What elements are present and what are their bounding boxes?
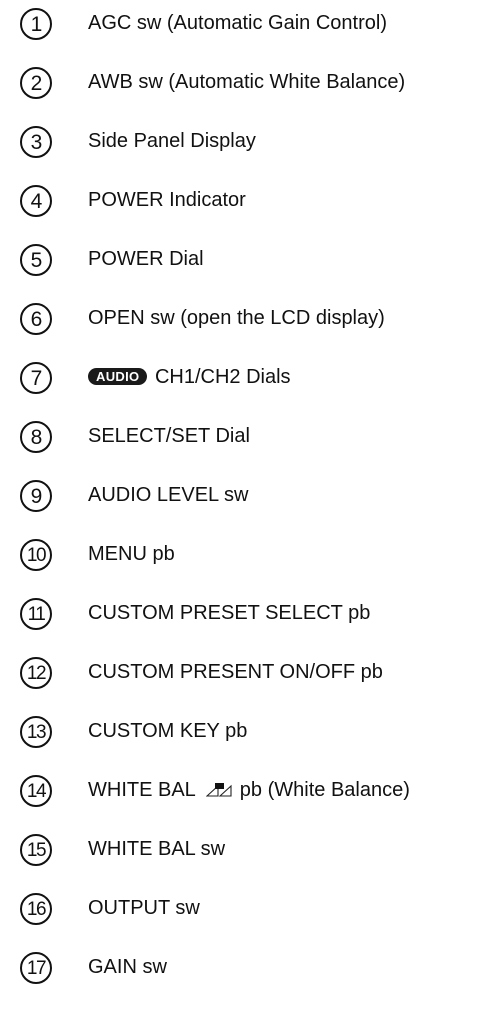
list-item: 13 CUSTOM KEY pb [0, 711, 500, 751]
item-label: Side Panel Display [88, 130, 256, 152]
list-item: 3 Side Panel Display [0, 121, 500, 161]
item-label: AUDIO CH1/CH2 Dials [88, 365, 291, 389]
item-label: GAIN sw [88, 956, 167, 978]
item-label-text: pb (White Balance) [239, 779, 410, 801]
list-item: 5 POWER Dial [0, 239, 500, 279]
item-number-circle: 7 [20, 362, 52, 394]
item-label: OUTPUT sw [88, 897, 200, 919]
item-number-circle: 13 [20, 716, 52, 748]
white-balance-icon [205, 782, 232, 798]
item-label: CUSTOM PRESENT ON/OFF pb [88, 661, 383, 683]
list-item: 15 WHITE BAL sw [0, 829, 500, 869]
item-number-circle: 6 [20, 303, 52, 335]
list-item: 8 SELECT/SET Dial [0, 416, 500, 456]
item-number-circle: 15 [20, 834, 52, 866]
item-label: POWER Dial [88, 248, 204, 270]
list-item: 16 OUTPUT sw [0, 888, 500, 928]
item-label-text: WHITE BAL [88, 779, 196, 801]
item-label: AUDIO LEVEL sw [88, 484, 249, 506]
list-item: 14 WHITE BAL pb (White Balance) [0, 770, 500, 810]
list-item: 17 GAIN sw [0, 947, 500, 987]
item-number-circle: 14 [20, 775, 52, 807]
item-number-circle: 3 [20, 126, 52, 158]
item-label: CUSTOM KEY pb [88, 720, 248, 742]
list-item: 6 OPEN sw (open the LCD display) [0, 298, 500, 338]
list-item: 7 AUDIO CH1/CH2 Dials [0, 357, 500, 397]
audio-badge: AUDIO [88, 368, 148, 385]
item-label: WHITE BAL pb (White Balance) [88, 778, 410, 802]
item-label: WHITE BAL sw [88, 838, 226, 860]
list-item: 9 AUDIO LEVEL sw [0, 475, 500, 515]
list-item: 4 POWER Indicator [0, 180, 500, 220]
list-item: 11 CUSTOM PRESET SELECT pb [0, 593, 500, 633]
item-number-circle: 16 [20, 893, 52, 925]
item-label-text: CH1/CH2 Dials [154, 366, 291, 388]
item-number-circle: 1 [20, 8, 52, 40]
item-label: POWER Indicator [88, 189, 246, 211]
item-label: AGC sw (Automatic Gain Control) [88, 12, 387, 34]
item-number-circle: 2 [20, 67, 52, 99]
list-item: 12 CUSTOM PRESENT ON/OFF pb [0, 652, 500, 692]
item-label: SELECT/SET Dial [88, 425, 250, 447]
item-number-circle: 11 [20, 598, 52, 630]
item-number-circle: 10 [20, 539, 52, 571]
list-item: 10 MENU pb [0, 534, 500, 574]
item-label: OPEN sw (open the LCD display) [88, 307, 385, 329]
item-label: AWB sw (Automatic White Balance) [88, 71, 406, 93]
item-number-circle: 5 [20, 244, 52, 276]
item-number-circle: 4 [20, 185, 52, 217]
item-label: CUSTOM PRESET SELECT pb [88, 602, 371, 624]
item-number-circle: 9 [20, 480, 52, 512]
list-item: 2 AWB sw (Automatic White Balance) [0, 62, 500, 102]
item-number-circle: 8 [20, 421, 52, 453]
item-number-circle: 17 [20, 952, 52, 984]
list-item: 1 AGC sw (Automatic Gain Control) [0, 3, 500, 43]
item-number-circle: 12 [20, 657, 52, 689]
item-label: MENU pb [88, 543, 175, 565]
